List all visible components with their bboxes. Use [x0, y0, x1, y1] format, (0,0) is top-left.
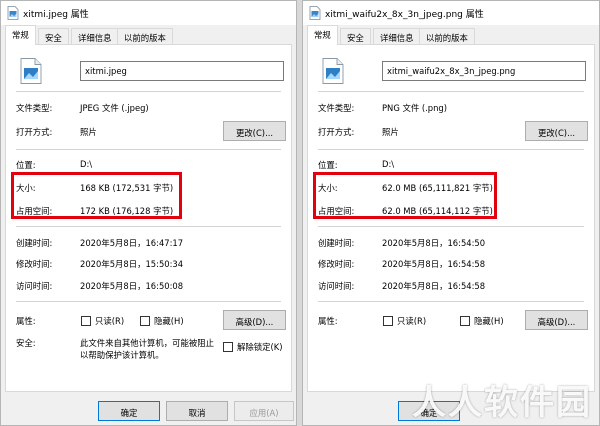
attributes-label: 属性: [16, 316, 36, 326]
hidden-checkbox-label: 隐藏(H) [154, 316, 184, 326]
ok-button[interactable]: 确定 [98, 401, 160, 421]
unblock-checkbox-label: 解除锁定(K) [237, 342, 283, 352]
location-label: 位置: [318, 160, 338, 170]
location-value: D:\ [80, 159, 93, 169]
window-title: xitmi.jpeg 属性 [23, 10, 89, 20]
divider [318, 226, 584, 227]
image-file-icon [7, 6, 19, 20]
watermark-logo: 人人软件园 [412, 383, 592, 423]
accessed-label: 访问时间: [318, 281, 355, 291]
image-file-icon [20, 58, 42, 84]
hidden-checkbox[interactable] [460, 316, 470, 326]
readonly-checkbox-label: 只读(R) [95, 316, 125, 326]
modified-value: 2020年5月8日，16:54:58 [382, 259, 486, 269]
open-with-label: 打开方式: [16, 127, 53, 137]
title-bar[interactable]: xitmi_waifu2x_8x_3n_jpeg.png 属性 [303, 1, 599, 25]
accessed-value: 2020年5月8日，16:54:58 [382, 281, 486, 291]
hidden-checkbox-label: 隐藏(H) [474, 316, 504, 326]
file-type-value: PNG 文件 (.png) [382, 103, 448, 113]
cancel-button[interactable]: 取消 [166, 401, 228, 421]
file-type-value: JPEG 文件 (.jpeg) [80, 103, 149, 113]
image-file-icon [322, 58, 344, 84]
security-label: 安全: [16, 338, 36, 348]
highlight-box [313, 172, 497, 219]
change-button[interactable]: 更改(C)... [525, 121, 588, 141]
open-with-label: 打开方式: [318, 127, 355, 137]
accessed-value: 2020年5月8日，16:50:08 [80, 281, 184, 291]
change-button[interactable]: 更改(C)... [223, 121, 286, 141]
hidden-checkbox[interactable] [140, 316, 150, 326]
tab-bar: 常规 安全 详细信息 以前的版本 [307, 25, 595, 45]
tab-security[interactable]: 安全 [340, 28, 371, 45]
general-panel: xitmi_waifu2x_8x_3n_jpeg.png 文件类型: PNG 文… [307, 44, 595, 392]
attributes-label: 属性: [318, 316, 338, 326]
open-with-value: 照片 [80, 127, 97, 137]
properties-window-left: xitmi.jpeg 属性 常规 安全 详细信息 以前的版本 xitmi.jpe… [0, 0, 297, 426]
apply-button[interactable]: 应用(A) [234, 401, 294, 421]
advanced-button[interactable]: 高级(D)... [223, 310, 286, 330]
location-value: D:\ [382, 159, 395, 169]
tab-details[interactable]: 详细信息 [373, 28, 421, 45]
divider [16, 91, 281, 92]
modified-label: 修改时间: [318, 259, 355, 269]
title-bar[interactable]: xitmi.jpeg 属性 [1, 1, 296, 25]
filename-field[interactable]: xitmi_waifu2x_8x_3n_jpeg.png [382, 61, 586, 81]
location-label: 位置: [16, 160, 36, 170]
security-warning-line-2: 以帮助保护该计算机。 [80, 350, 164, 360]
tab-details[interactable]: 详细信息 [71, 28, 119, 45]
open-with-value: 照片 [382, 127, 399, 137]
general-panel: xitmi.jpeg 文件类型: JPEG 文件 (.jpeg) 打开方式: 照… [5, 44, 292, 392]
filename-field[interactable]: xitmi.jpeg [80, 61, 284, 81]
tab-bar: 常规 安全 详细信息 以前的版本 [5, 25, 292, 45]
created-value: 2020年5月8日，16:47:17 [80, 238, 184, 248]
window-title: xitmi_waifu2x_8x_3n_jpeg.png 属性 [325, 10, 484, 20]
divider [318, 91, 584, 92]
tab-general[interactable]: 常规 [307, 25, 338, 45]
divider [16, 149, 281, 150]
created-label: 创建时间: [318, 238, 355, 248]
modified-label: 修改时间: [16, 259, 53, 269]
accessed-label: 访问时间: [16, 281, 53, 291]
created-label: 创建时间: [16, 238, 53, 248]
divider [318, 301, 584, 302]
modified-value: 2020年5月8日，15:50:34 [80, 259, 184, 269]
security-warning-line-1: 此文件来自其他计算机，可能被阻止 [80, 338, 214, 348]
created-value: 2020年5月8日，16:54:50 [382, 238, 486, 248]
tab-general[interactable]: 常规 [5, 25, 36, 45]
advanced-button[interactable]: 高级(D)... [525, 310, 588, 330]
image-file-icon [309, 6, 321, 20]
divider [16, 301, 281, 302]
file-type-label: 文件类型: [16, 103, 53, 113]
properties-window-right: xitmi_waifu2x_8x_3n_jpeg.png 属性 常规 安全 详细… [302, 0, 600, 426]
readonly-checkbox[interactable] [81, 316, 91, 326]
tab-previous-versions[interactable]: 以前的版本 [419, 28, 475, 45]
readonly-checkbox[interactable] [383, 316, 393, 326]
divider [16, 226, 281, 227]
tab-previous-versions[interactable]: 以前的版本 [117, 28, 173, 45]
unblock-checkbox[interactable] [223, 342, 233, 352]
readonly-checkbox-label: 只读(R) [397, 316, 427, 326]
tab-security[interactable]: 安全 [38, 28, 69, 45]
file-type-label: 文件类型: [318, 103, 355, 113]
divider [318, 149, 584, 150]
highlight-box [11, 172, 182, 219]
